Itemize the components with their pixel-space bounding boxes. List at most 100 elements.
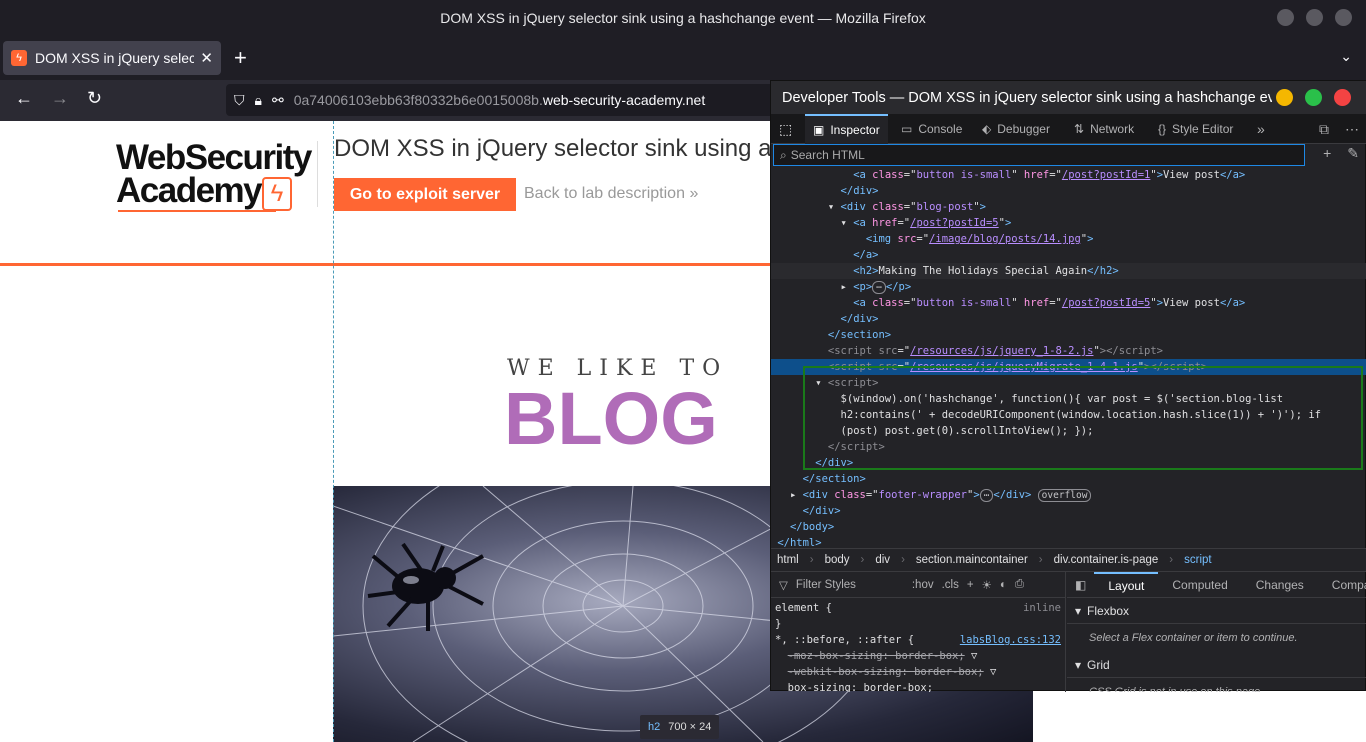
close-window-button[interactable] — [1335, 9, 1352, 26]
search-html-input[interactable]: ⌕ Search HTML — [773, 144, 1305, 166]
tab-layout[interactable]: Layout — [1094, 572, 1159, 598]
shield-icon[interactable]: ⛉ — [234, 92, 245, 109]
tab-style-editor[interactable]: {} Style Editor — [1158, 114, 1233, 144]
maximize-button[interactable] — [1306, 9, 1323, 26]
debugger-icon: ⬖ — [982, 122, 992, 136]
devtools-titlebar: Developer Tools — DOM XSS in jQuery sele… — [771, 81, 1366, 114]
blog-heading: BLOG — [504, 377, 718, 460]
tab-compat[interactable]: Compat — [1318, 572, 1366, 598]
layout-panel: ◧ Layout Computed Changes Compat ▾Flexbo… — [1067, 572, 1366, 692]
breadcrumb-item[interactable]: body — [825, 554, 850, 566]
window-titlebar: DOM XSS in jQuery selector sink using a … — [0, 0, 1366, 36]
double-chevron-icon: » — [689, 185, 699, 202]
close-tab-icon[interactable]: ✕ — [200, 49, 213, 67]
tab-network[interactable]: ⇅ Network — [1074, 114, 1134, 144]
element-picker-icon[interactable]: ⬚ — [779, 114, 792, 144]
lab-title: DOM XSS in jQuery selector sink using a … — [334, 135, 774, 162]
markup-row[interactable]: </section> — [771, 471, 1366, 487]
markup-row[interactable]: </div> — [771, 311, 1366, 327]
grid-message: CSS Grid is not in use on this page — [1089, 686, 1261, 692]
url-bar[interactable]: ⛉ 🔒︎ ⚯ 0a74006103ebb63f80332b6e0015008b.… — [226, 84, 786, 116]
markup-row[interactable]: <script src="/resources/js/jquery_1-8-2.… — [771, 343, 1366, 359]
breadcrumb-item[interactable]: div — [875, 554, 890, 566]
forward-arrow-icon[interactable]: → — [51, 88, 69, 109]
markup-row[interactable]: </a> — [771, 247, 1366, 263]
lock-icon[interactable]: 🔒︎ — [255, 92, 262, 109]
markup-row[interactable]: ▾ <a href="/post?postId=5"> — [771, 215, 1366, 231]
header-rule — [0, 263, 780, 266]
tab-debugger[interactable]: ⬖ Debugger — [982, 114, 1050, 144]
markup-view: <a class="button is-small" href="/post?p… — [771, 167, 1366, 547]
chevron-down-icon[interactable]: ⌄ — [1340, 48, 1352, 65]
breadcrumb-item[interactable]: div.container.is-page — [1054, 554, 1159, 566]
tab-title: DOM XSS in jQuery select — [35, 50, 195, 66]
tab-computed[interactable]: Computed — [1158, 572, 1241, 598]
logo-flash-icon: ϟ — [262, 177, 292, 211]
highlighter-guide — [333, 121, 334, 742]
devtools-maximize-button[interactable] — [1305, 89, 1322, 106]
breadcrumb: html › body › div › section.maincontainer › … — [771, 548, 1366, 572]
window-title: DOM XSS in jQuery selector sink using a … — [440, 10, 926, 26]
network-icon: ⇅ — [1074, 122, 1085, 136]
url-subdomain: 0a74006103ebb63f80332b6e0015008b. — [293, 92, 543, 108]
tab-bar: ϟ DOM XSS in jQuery select ✕ + ⌄ — [0, 36, 1366, 80]
markup-row[interactable]: ▸ <div class="footer-wrapper"> ⋯ </div> ov… — [771, 487, 1366, 503]
window-controls — [1277, 9, 1352, 26]
markup-row[interactable]: ▾ <div class="blog-post"> — [771, 199, 1366, 215]
logo-underline — [118, 210, 276, 212]
breadcrumb-item[interactable]: section.maincontainer — [916, 554, 1028, 566]
breadcrumb-item[interactable]: html — [777, 554, 799, 566]
element-highlight-tooltip: h2 700 × 24 — [640, 715, 720, 739]
reload-icon[interactable]: ↻ — [87, 88, 102, 109]
markup-row[interactable]: <a class="button is-small" href="/post?p… — [771, 295, 1366, 311]
markup-row[interactable]: <h2>Making The Holidays Special Again</h… — [771, 263, 1366, 279]
tab-inspector[interactable]: ▣ Inspector — [805, 114, 888, 144]
markup-row[interactable]: </div> — [771, 503, 1366, 519]
exploit-server-button[interactable]: Go to exploit server — [334, 178, 516, 211]
overflow-menu-icon[interactable]: ⋯ — [1345, 114, 1359, 144]
add-rule-icon[interactable]: + — [967, 579, 974, 591]
back-to-lab-link[interactable]: Back to lab description » — [524, 185, 698, 203]
sidebar-toggle-icon[interactable]: ◧ — [1067, 572, 1094, 598]
minimize-button[interactable] — [1277, 9, 1294, 26]
devtools-toolbar: ⬚ ▣ Inspector ▭ Console ⬖ Debugger ⇅ Network… — [771, 114, 1366, 144]
class-toggle[interactable]: .cls — [942, 579, 959, 591]
search-icon: ⌕ — [780, 147, 787, 162]
inspector-icon: ▣ — [813, 123, 825, 137]
markup-row[interactable]: ▸ <p> ⋯ </p> — [771, 279, 1366, 295]
breadcrumb-item-current[interactable]: script — [1184, 554, 1211, 566]
more-tabs-icon[interactable]: » — [1257, 114, 1265, 144]
header-divider — [317, 141, 318, 207]
flexbox-section-header[interactable]: ▾ Flexbox — [1067, 598, 1366, 624]
tab-changes[interactable]: Changes — [1242, 572, 1318, 598]
console-icon: ▭ — [901, 122, 913, 136]
browser-tab[interactable]: ϟ DOM XSS in jQuery select ✕ — [3, 41, 221, 75]
grid-section-header[interactable]: ▾ Grid — [1067, 652, 1366, 678]
devtools-close-button[interactable] — [1334, 89, 1351, 106]
markup-row[interactable]: <a class="button is-small" href="/post?p… — [771, 167, 1366, 183]
style-editor-icon: {} — [1158, 122, 1167, 136]
add-node-icon[interactable]: + — [1323, 145, 1331, 162]
print-media-icon[interactable]: ⎙ — [1015, 578, 1024, 591]
permissions-icon[interactable]: ⚯ — [272, 92, 284, 109]
devtools-minimize-button[interactable] — [1276, 89, 1293, 106]
tab-console[interactable]: ▭ Console — [901, 114, 962, 144]
collapse-icon: ▾ — [1075, 603, 1082, 618]
new-tab-icon[interactable]: + — [234, 45, 247, 71]
back-arrow-icon[interactable]: ← — [15, 88, 33, 109]
markup-row[interactable]: <img src="/image/blog/posts/14.jpg"> — [771, 231, 1366, 247]
markup-row[interactable]: </section> — [771, 327, 1366, 343]
filter-styles-input[interactable]: Filter Styles — [796, 579, 904, 591]
url-domain: web-security-academy.net — [542, 92, 706, 108]
collapse-icon: ▾ — [1075, 657, 1082, 672]
stylesheet-link[interactable]: labsBlog.css:132 — [960, 632, 1061, 648]
hover-state-toggle[interactable]: :hov — [912, 579, 934, 591]
dark-theme-icon[interactable]: ◐ — [1000, 579, 1007, 591]
markup-row[interactable]: </html> — [771, 535, 1366, 547]
annotation-highlight-box — [803, 366, 1363, 470]
markup-row[interactable]: </div> — [771, 183, 1366, 199]
eyedropper-icon[interactable]: ✎ — [1347, 145, 1359, 162]
responsive-design-icon[interactable]: ⧉ — [1319, 114, 1329, 144]
markup-row[interactable]: </body> — [771, 519, 1366, 535]
light-theme-icon[interactable]: ☀ — [982, 578, 992, 592]
